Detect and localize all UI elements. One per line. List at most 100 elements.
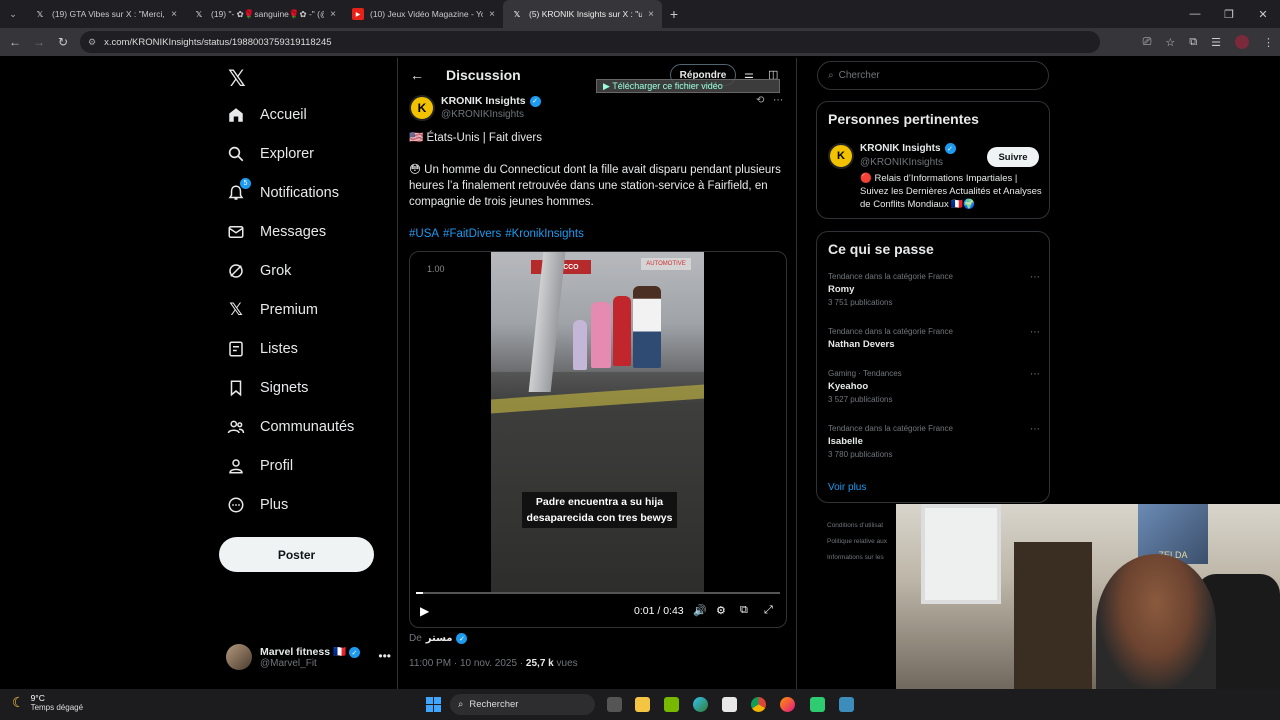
footer-link[interactable]: Conditions d’utilisat bbox=[827, 518, 887, 534]
author-name[interactable]: KRONIK Insights ✓ bbox=[441, 95, 541, 107]
post-timestamp[interactable]: 11:00 PM · 10 nov. 2025 · bbox=[409, 658, 526, 669]
chrome-icon[interactable] bbox=[751, 697, 766, 712]
sidebar-item-messages[interactable]: Messages bbox=[226, 217, 326, 247]
browser-tab[interactable]: ▶ (10) Jeux Vidéo Magazine - You × bbox=[344, 0, 503, 28]
maximize-icon[interactable]: ❐ bbox=[1212, 8, 1246, 21]
hashtag-link[interactable]: #USA bbox=[409, 228, 439, 240]
close-tab-icon[interactable]: × bbox=[171, 9, 177, 20]
video-player[interactable]: 1.00 TOBACCO AUTOMOTIVE Padre encuentra … bbox=[409, 251, 787, 628]
more-dots-icon[interactable]: ••• bbox=[378, 649, 391, 663]
site-settings-icon[interactable]: ⚙ bbox=[88, 37, 96, 48]
browser-tab[interactable]: 𝕏 (19) "- ✿🌹sanguine🌹✿ -" (@ × bbox=[185, 0, 344, 28]
person-icon bbox=[226, 456, 246, 476]
follow-button[interactable]: Suivre bbox=[987, 147, 1039, 167]
file-explorer-icon[interactable] bbox=[635, 697, 650, 712]
windows-taskbar: ☾ 9°C Temps dégagé ⌕ Rechercher bbox=[0, 689, 1280, 720]
bell-icon: 5 bbox=[226, 178, 251, 203]
rec-account-name[interactable]: KRONIK Insights ✓ bbox=[860, 143, 956, 154]
browser-tab-bar: ⌄ 𝕏 (19) GTA Vibes sur X : "Merci, G × 𝕏… bbox=[0, 0, 1280, 28]
edge-browser-icon[interactable] bbox=[693, 697, 708, 712]
card-title: Personnes pertinentes bbox=[828, 111, 979, 127]
trend-item[interactable]: Gaming · Tendances Kyeahoo 3 527 publica… bbox=[828, 369, 1040, 404]
volume-icon[interactable]: 🔊 bbox=[693, 604, 707, 617]
close-tab-icon[interactable]: × bbox=[330, 9, 336, 20]
back-arrow-icon[interactable]: ← bbox=[410, 67, 424, 83]
sidebar-item-communautes[interactable]: Communautés bbox=[226, 412, 354, 442]
avatar[interactable]: K bbox=[828, 143, 854, 169]
tab-list-chevron-icon[interactable]: ⌄ bbox=[0, 0, 26, 28]
rec-account-handle[interactable]: @KRONIKInsights bbox=[860, 157, 943, 168]
sidebar-item-listes[interactable]: Listes bbox=[226, 334, 298, 364]
browser-menu-icon[interactable]: ⋮ bbox=[1263, 36, 1274, 49]
nvidia-icon[interactable] bbox=[664, 697, 679, 712]
minimize-icon[interactable]: — bbox=[1178, 8, 1212, 20]
weather-widget[interactable]: ☾ 9°C Temps dégagé bbox=[12, 693, 83, 712]
install-app-icon[interactable]: ⎚ bbox=[1143, 36, 1152, 49]
sidebar-item-accueil[interactable]: Accueil bbox=[226, 100, 307, 130]
bookmark-star-icon[interactable]: ☆ bbox=[1165, 36, 1175, 49]
more-dots-icon[interactable]: ⋯ bbox=[773, 95, 783, 106]
back-icon[interactable]: ← bbox=[3, 35, 27, 49]
sidebar-item-plus[interactable]: Plus bbox=[226, 490, 288, 520]
video-progress-bar[interactable] bbox=[416, 592, 780, 594]
forward-icon[interactable]: → bbox=[27, 35, 51, 49]
settings-gear-icon[interactable]: ⚙ bbox=[716, 604, 726, 617]
webcam-overlay: ZELDA bbox=[896, 504, 1280, 694]
sidebar-item-explorer[interactable]: Explorer bbox=[226, 139, 314, 169]
footer-link[interactable]: Informations sur les bbox=[827, 550, 887, 566]
sidebar-item-premium[interactable]: 𝕏 Premium bbox=[226, 295, 318, 325]
play-icon[interactable]: ▶ bbox=[420, 604, 429, 618]
app-icon[interactable] bbox=[839, 697, 854, 712]
sidebar-item-notifications[interactable]: 5 Notifications bbox=[226, 178, 339, 208]
task-view-icon[interactable] bbox=[607, 697, 622, 712]
more-dots-icon[interactable]: ⋯ bbox=[1030, 327, 1040, 338]
reload-icon[interactable]: ↻ bbox=[51, 35, 75, 49]
verified-badge-icon: ✓ bbox=[348, 647, 360, 659]
video-person bbox=[591, 302, 611, 368]
close-tab-icon[interactable]: × bbox=[489, 9, 495, 20]
post-button[interactable]: Poster bbox=[219, 537, 374, 572]
firefox-icon[interactable] bbox=[780, 697, 795, 712]
reading-list-icon[interactable]: ☰ bbox=[1211, 36, 1221, 49]
new-tab-icon[interactable]: + bbox=[662, 6, 686, 22]
video-frame[interactable]: TOBACCO AUTOMOTIVE bbox=[491, 252, 704, 592]
extensions-icon[interactable]: ⧉ bbox=[1189, 36, 1197, 49]
fullscreen-icon[interactable]: ⤢ bbox=[764, 604, 773, 617]
hashtag-link[interactable]: #FaitDivers bbox=[443, 228, 501, 240]
more-dots-icon[interactable]: ⋯ bbox=[1030, 272, 1040, 283]
sidebar-item-signets[interactable]: Signets bbox=[226, 373, 308, 403]
trend-item[interactable]: Tendance dans la catégorie France Romy 3… bbox=[828, 272, 1040, 307]
close-tab-icon[interactable]: × bbox=[648, 9, 654, 20]
picture-in-picture-icon[interactable]: ⧉ bbox=[740, 604, 748, 617]
app-icon[interactable] bbox=[810, 697, 825, 712]
sidebar-item-profil[interactable]: Profil bbox=[226, 451, 293, 481]
verified-badge-icon: ✓ bbox=[529, 95, 541, 107]
download-video-overlay[interactable]: ▶ Télécharger ce fichier vidéo bbox=[596, 79, 780, 93]
video-person bbox=[613, 296, 631, 366]
account-switcher[interactable]: Marvel fitness 🇫🇷 ✓ @Marvel_Fit ••• bbox=[226, 643, 391, 671]
trend-item[interactable]: Tendance dans la catégorie France Isabel… bbox=[828, 424, 1040, 459]
taskbar-search-input[interactable]: ⌕ Rechercher bbox=[450, 694, 595, 715]
left-sidebar: 𝕏 Accueil Explorer 5 Notifications Messa… bbox=[218, 58, 391, 698]
x-logo-icon[interactable]: 𝕏 bbox=[228, 66, 246, 92]
more-dots-icon[interactable]: ⋯ bbox=[1030, 369, 1040, 380]
close-window-icon[interactable]: ✕ bbox=[1246, 8, 1280, 21]
search-icon: ⌕ bbox=[828, 70, 834, 81]
browser-tab-active[interactable]: 𝕏 (5) KRONIK Insights sur X : "us × bbox=[503, 0, 662, 28]
sidebar-item-grok[interactable]: Grok bbox=[226, 256, 291, 286]
search-input[interactable]: ⌕ Chercher bbox=[817, 61, 1049, 90]
author-handle[interactable]: @KRONIKInsights bbox=[441, 109, 524, 120]
url-field[interactable]: ⚙ x.com/KRONIKInsights/status/1988003759… bbox=[80, 31, 1100, 53]
author-avatar[interactable]: K bbox=[409, 95, 435, 121]
profile-avatar[interactable] bbox=[1235, 35, 1249, 49]
footer-link[interactable]: Politique relative aux bbox=[827, 534, 887, 550]
hashtag-link[interactable]: #KronikInsights bbox=[505, 228, 584, 240]
windows-start-icon[interactable] bbox=[426, 697, 441, 712]
grok-icon[interactable]: ⟲ bbox=[756, 95, 764, 106]
see-more-link[interactable]: Voir plus bbox=[828, 482, 866, 493]
store-icon[interactable] bbox=[722, 697, 737, 712]
more-dots-icon[interactable]: ⋯ bbox=[1030, 424, 1040, 435]
browser-tab[interactable]: 𝕏 (19) GTA Vibes sur X : "Merci, G × bbox=[26, 0, 185, 28]
video-source-name[interactable]: مستر bbox=[426, 633, 453, 644]
trend-item[interactable]: Tendance dans la catégorie France Nathan… bbox=[828, 327, 1040, 350]
